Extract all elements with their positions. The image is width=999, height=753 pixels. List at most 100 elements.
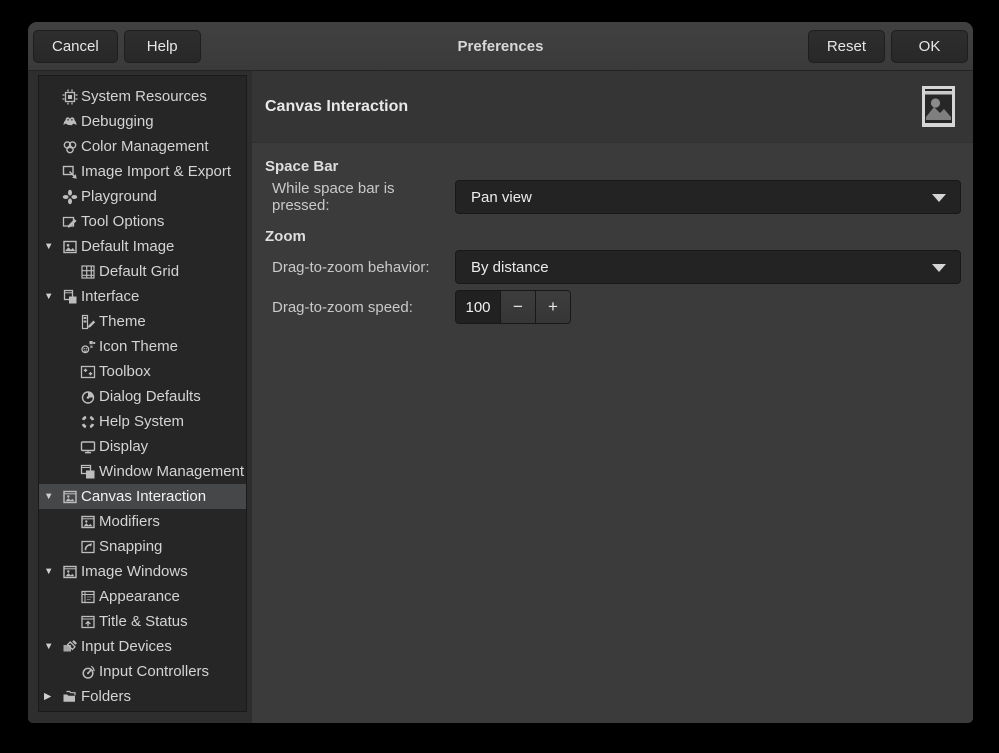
sidebar-item-folders[interactable]: ▶ Folders	[39, 684, 246, 709]
drag-to-zoom-behavior-value: By distance	[456, 259, 549, 276]
sidebar-item-input-devices[interactable]: ▼ Input Devices	[39, 634, 246, 659]
sidebar-item-label: Tool Options	[81, 213, 164, 230]
chevron-down-icon	[932, 194, 946, 202]
image-export-icon	[62, 164, 78, 180]
sidebar-item-modifiers[interactable]: Modifiers	[39, 509, 246, 534]
sidebar-item-label: System Resources	[81, 88, 207, 105]
help-button[interactable]: Help	[124, 30, 201, 63]
sidebar-item-interface[interactable]: ▼ Interface	[39, 284, 246, 309]
sidebar-item-playground[interactable]: Playground	[39, 184, 246, 209]
monitor-icon	[80, 439, 96, 455]
cancel-button[interactable]: Cancel	[33, 30, 118, 63]
sidebar-item-label: Image Import & Export	[81, 163, 231, 180]
sidebar-item-label: Help System	[99, 413, 184, 430]
preferences-window: Cancel Help Preferences Reset OK System …	[28, 22, 973, 723]
sidebar-item-display[interactable]: Display	[39, 434, 246, 459]
sidebar-item-label: Default Image	[81, 238, 174, 255]
sidebar-item-label: Toolbox	[99, 363, 151, 380]
titlebar-left-buttons: Cancel Help	[33, 30, 201, 63]
sidebar-item-label: Display	[99, 438, 148, 455]
sidebar-item-tool-options[interactable]: Tool Options	[39, 209, 246, 234]
expander-down-icon[interactable]: ▼	[44, 634, 62, 659]
space-bar-behavior-value: Pan view	[456, 189, 532, 206]
tool-pencil-icon	[62, 214, 78, 230]
zoom-speed-input[interactable]: 100	[456, 291, 500, 323]
sidebar-item-label: Appearance	[99, 588, 180, 605]
titlebar-right-buttons: Reset OK	[808, 30, 968, 63]
sidebar-item-theme[interactable]: Theme	[39, 309, 246, 334]
zoom-speed-label: Drag-to-zoom speed:	[272, 299, 455, 316]
sidebar-item-label: Modifiers	[99, 513, 160, 530]
title-status-icon	[80, 614, 96, 630]
sidebar-item-icon-theme[interactable]: Icon Theme	[39, 334, 246, 359]
toolbox-icon	[80, 364, 96, 380]
page-header: Canvas Interaction	[252, 71, 973, 143]
sidebar-item-label: Window Management	[99, 463, 244, 480]
sidebar-item-debugging[interactable]: Debugging	[39, 109, 246, 134]
ok-button[interactable]: OK	[891, 30, 968, 63]
sidebar-item-title-status[interactable]: Title & Status	[39, 609, 246, 634]
sidebar-item-color-management[interactable]: Color Management	[39, 134, 246, 159]
sidebar-item-label: Image Windows	[81, 563, 188, 580]
space-bar-behavior-dropdown[interactable]: Pan view	[455, 180, 961, 214]
expander-down-icon[interactable]: ▼	[44, 559, 62, 584]
sidebar-item-input-controllers[interactable]: Input Controllers	[39, 659, 246, 684]
sidebar-item-label: Title & Status	[99, 613, 188, 630]
sidebar-item-label: Theme	[99, 313, 146, 330]
page-title: Canvas Interaction	[265, 98, 408, 116]
sidebar-item-label: Input Controllers	[99, 663, 209, 680]
dial-icon	[80, 664, 96, 680]
chevron-down-icon	[932, 264, 946, 272]
sidebar-item-dialog-defaults[interactable]: Dialog Defaults	[39, 384, 246, 409]
sidebar-item-label: Icon Theme	[99, 338, 178, 355]
canvas-icon	[62, 564, 78, 580]
life-ring-icon	[80, 414, 96, 430]
sidebar-item-snapping[interactable]: Snapping	[39, 534, 246, 559]
icon-theme-icon	[80, 339, 96, 355]
propeller-icon	[62, 189, 78, 205]
zoom-behavior-row: Drag-to-zoom behavior: By distance	[272, 250, 961, 284]
sidebar-item-label: Input Devices	[81, 638, 172, 655]
interface-icon	[62, 289, 78, 305]
page-body: Space Bar While space bar is pressed: Pa…	[252, 143, 973, 324]
folders-icon	[62, 689, 78, 705]
grid-icon	[80, 264, 96, 280]
chip-icon	[62, 89, 78, 105]
sidebar-item-default-image[interactable]: ▼ Default Image	[39, 234, 246, 259]
zoom-speed-decrement-button[interactable]: −	[500, 291, 535, 323]
image-icon	[62, 239, 78, 255]
expander-down-icon[interactable]: ▼	[44, 284, 62, 309]
sidebar-item-system-resources[interactable]: System Resources	[39, 84, 246, 109]
zoom-speed-row: Drag-to-zoom speed: 100 − +	[272, 290, 961, 324]
sidebar-item-canvas-interaction[interactable]: ▼ Canvas Interaction	[39, 484, 246, 509]
sidebar-item-default-grid[interactable]: Default Grid	[39, 259, 246, 284]
sidebar-item-label: Interface	[81, 288, 139, 305]
sidebar-item-label: Default Grid	[99, 263, 179, 280]
sidebar-item-toolbox[interactable]: Toolbox	[39, 359, 246, 384]
titlebar: Cancel Help Preferences Reset OK	[28, 22, 973, 71]
theme-icon	[80, 314, 96, 330]
sidebar-item-image-import-export[interactable]: Image Import & Export	[39, 159, 246, 184]
sidebar-item-appearance[interactable]: Appearance	[39, 584, 246, 609]
expander-down-icon[interactable]: ▼	[44, 234, 62, 259]
settings-page: Canvas Interaction Space Bar While space…	[252, 71, 973, 723]
snapping-icon	[80, 539, 96, 555]
space-bar-label: While space bar is pressed:	[272, 180, 455, 214]
reset-button[interactable]: Reset	[808, 30, 885, 63]
gauge-icon	[80, 389, 96, 405]
sidebar-item-label: Dialog Defaults	[99, 388, 201, 405]
section-title-zoom: Zoom	[265, 227, 961, 247]
tablet-icon	[62, 639, 78, 655]
sidebar-tree[interactable]: System Resources Debugging Color Managem…	[38, 75, 247, 712]
zoom-behavior-label: Drag-to-zoom behavior:	[272, 259, 455, 276]
drag-to-zoom-behavior-dropdown[interactable]: By distance	[455, 250, 961, 284]
sidebar-item-label: Playground	[81, 188, 157, 205]
expander-down-icon[interactable]: ▼	[44, 484, 62, 509]
expander-right-icon[interactable]: ▶	[44, 684, 62, 709]
sidebar-item-image-windows[interactable]: ▼ Image Windows	[39, 559, 246, 584]
sidebar-item-label: Canvas Interaction	[81, 488, 206, 505]
sidebar-item-window-management[interactable]: Window Management	[39, 459, 246, 484]
zoom-speed-increment-button[interactable]: +	[535, 291, 570, 323]
canvas-image-icon	[917, 85, 960, 128]
sidebar-item-help-system[interactable]: Help System	[39, 409, 246, 434]
